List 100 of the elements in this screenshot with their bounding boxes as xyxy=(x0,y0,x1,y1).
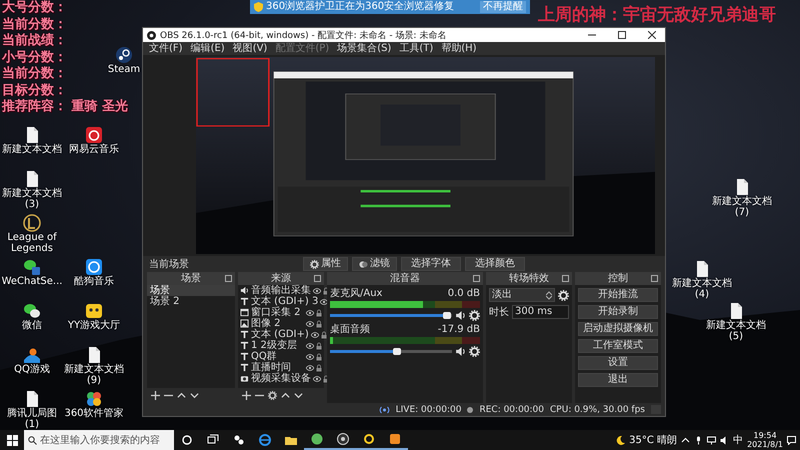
desktop-icon-label[interactable]: YY游戏大厅 xyxy=(68,320,120,331)
menu-item[interactable]: 文件(F) xyxy=(146,42,186,55)
slider-thumb[interactable] xyxy=(393,348,402,355)
properties-button[interactable]: 属性 xyxy=(303,257,348,271)
chevron-up-icon[interactable] xyxy=(681,436,690,444)
overlay-text: 当前分数： xyxy=(2,66,67,82)
add-button[interactable] xyxy=(149,390,161,402)
app-icon[interactable] xyxy=(23,214,41,232)
menu-item[interactable]: 工具(T) xyxy=(396,42,436,55)
app-icon[interactable] xyxy=(85,258,103,276)
dock-title: 混音器 xyxy=(390,272,420,285)
control-button[interactable]: 开始录制 xyxy=(578,305,658,319)
undock-icon[interactable] xyxy=(562,275,569,282)
eye-icon[interactable] xyxy=(313,288,321,294)
scene-item[interactable]: 场景 xyxy=(147,285,235,296)
transition-select[interactable]: 淡出 xyxy=(489,288,555,302)
desktop-icon-label[interactable]: 微信 xyxy=(22,320,42,331)
desktop-icon-label[interactable]: 酷狗音乐 xyxy=(74,276,114,287)
overlay-text: 大号分数： xyxy=(2,0,67,16)
menu-item[interactable]: 帮助(H) xyxy=(438,42,480,55)
clock-time[interactable]: 19:54 xyxy=(754,431,777,440)
undock-icon[interactable] xyxy=(225,275,232,282)
control-button[interactable]: 设置 xyxy=(578,356,658,370)
desktop-icon-label[interactable]: Steam xyxy=(108,64,140,75)
source-item[interactable]: 窗口采集 2 xyxy=(251,307,304,318)
lock-icon[interactable] xyxy=(316,342,322,350)
duration-field[interactable]: 300 ms xyxy=(512,305,569,319)
source-item[interactable]: 直播时间 xyxy=(251,362,304,373)
menu-item[interactable]: 场景集合(S) xyxy=(334,42,394,55)
filters-button[interactable]: 滤镜 xyxy=(352,257,397,271)
volume-slider[interactable] xyxy=(330,348,452,355)
eye-icon[interactable] xyxy=(313,376,321,382)
desktop-icon-label[interactable]: League of Legends xyxy=(0,232,64,254)
notification-icon[interactable] xyxy=(787,436,796,444)
eye-icon[interactable] xyxy=(306,310,314,316)
desktop-icon-label[interactable]: 新建文本文档 (9) xyxy=(62,364,126,386)
input-method-indicator[interactable]: 中 xyxy=(733,433,744,447)
chat-bubbles-icon[interactable] xyxy=(23,302,41,320)
source-item[interactable]: QQ群 xyxy=(251,351,304,362)
lock-icon[interactable] xyxy=(320,330,327,338)
text-tool-icon xyxy=(240,297,249,306)
toolbar-button[interactable]: 选择字体 xyxy=(401,257,461,271)
toolbar-button[interactable]: 选择颜色 xyxy=(465,257,525,271)
eye-icon[interactable] xyxy=(306,364,314,370)
control-button[interactable]: 开始推流 xyxy=(578,288,658,302)
app-icon[interactable] xyxy=(85,126,103,144)
weather-text[interactable]: 35°C 晴朗 xyxy=(629,433,678,447)
settings-button[interactable] xyxy=(558,290,569,300)
chat-bubbles-icon[interactable] xyxy=(23,258,41,276)
clock-date[interactable]: 2021/8/1 xyxy=(747,440,783,449)
eye-icon[interactable] xyxy=(306,320,314,326)
scene-item[interactable]: 场景 2 xyxy=(147,296,235,307)
settings-button[interactable] xyxy=(469,346,480,357)
lock-icon[interactable] xyxy=(316,308,322,316)
undock-icon[interactable] xyxy=(314,275,321,282)
lock-icon[interactable] xyxy=(316,364,322,372)
source-item[interactable]: 图像 2 xyxy=(251,318,304,329)
settings-button[interactable] xyxy=(266,390,278,402)
network-icon[interactable] xyxy=(707,436,716,444)
app-icon[interactable] xyxy=(85,390,103,408)
cat-face-icon[interactable] xyxy=(85,302,103,320)
eye-icon[interactable] xyxy=(306,342,314,348)
speaker-icon xyxy=(240,286,249,295)
desktop-icon-label[interactable]: 新建文本文档 xyxy=(2,144,62,155)
desktop-icon-label[interactable]: 新建文本文档 (3) xyxy=(0,188,64,210)
desktop-icon-label[interactable]: WeChatSe... xyxy=(2,276,62,287)
settings-button[interactable] xyxy=(469,310,480,321)
lock-icon[interactable] xyxy=(316,320,322,328)
app-logo-icon[interactable] xyxy=(330,430,356,450)
eye-icon[interactable] xyxy=(310,332,319,338)
desktop-icon-label[interactable]: 新建文本文档 (7) xyxy=(710,196,774,218)
undock-icon[interactable] xyxy=(473,275,480,282)
desktop-icon-label[interactable]: 网易云音乐 xyxy=(69,144,119,155)
source-item[interactable]: 文本 (GDI+) xyxy=(251,329,309,340)
volume-slider[interactable] xyxy=(330,312,452,319)
control-button[interactable]: 启动虚拟摄像机 xyxy=(578,322,658,336)
menu-item[interactable]: 编辑(E) xyxy=(188,42,228,55)
eye-icon[interactable] xyxy=(320,298,328,304)
app-icon[interactable] xyxy=(23,346,41,364)
control-button[interactable]: 退出 xyxy=(578,373,658,387)
app-icon[interactable] xyxy=(115,46,133,64)
desktop-icon-label[interactable]: 新建文本文档 (4) xyxy=(670,278,734,300)
desktop-icon-label[interactable]: 360软件管家 xyxy=(64,408,124,419)
speaker-button[interactable] xyxy=(455,346,466,357)
menu-item[interactable]: 视图(V) xyxy=(230,42,270,55)
source-item[interactable]: 视频采集设备 xyxy=(251,373,311,384)
source-item[interactable]: 文本 (GDI+) 3 xyxy=(251,296,318,307)
speaker-button[interactable] xyxy=(455,310,466,321)
slider-thumb[interactable] xyxy=(443,312,452,319)
desktop-icon-label[interactable]: 腾讯儿局图 (1) xyxy=(0,408,64,430)
control-button[interactable]: 工作室模式 xyxy=(578,339,658,353)
eye-icon[interactable] xyxy=(306,354,314,360)
record-timer: REC: 00:00:00 xyxy=(479,404,544,414)
add-button[interactable] xyxy=(240,390,252,402)
lock-icon[interactable] xyxy=(316,352,322,360)
desktop-icon-label[interactable]: QQ游戏 xyxy=(14,364,50,375)
undock-icon[interactable] xyxy=(651,275,658,282)
source-item[interactable]: 1 2级变层 xyxy=(251,340,304,351)
desktop-icon-label[interactable]: 新建文本文档 (5) xyxy=(704,320,768,342)
source-item[interactable]: 音频输出采集 xyxy=(251,285,311,296)
